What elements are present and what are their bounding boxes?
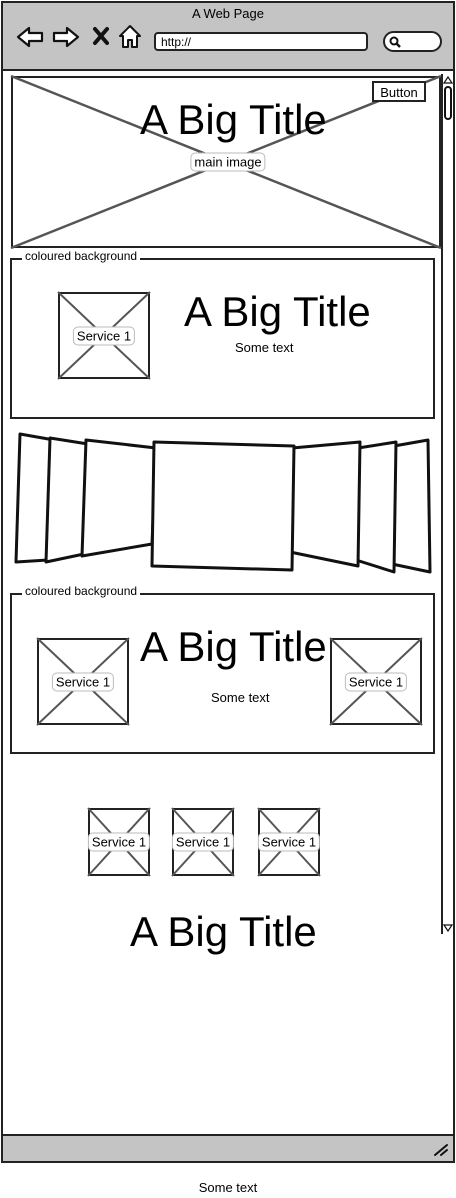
home-icon[interactable]	[118, 24, 142, 49]
image-carousel[interactable]	[14, 432, 434, 576]
search-icon	[389, 36, 401, 48]
carousel-slide-center	[150, 440, 296, 572]
scroll-up-icon[interactable]	[442, 75, 454, 84]
vertical-scrollbar[interactable]	[441, 74, 454, 934]
hero-image-label: main image	[190, 152, 266, 172]
scroll-down-icon[interactable]	[442, 924, 454, 933]
resize-grip-icon[interactable]	[433, 1142, 449, 1156]
service-item-2-label: Service 1	[171, 832, 235, 852]
section1-title: A Big Title	[184, 288, 371, 335]
hero-button[interactable]: Button	[372, 81, 426, 102]
section2-text: Some text	[211, 690, 270, 705]
section2-legend: coloured background	[22, 584, 141, 598]
service-item-3-label: Service 1	[257, 832, 321, 852]
carousel-slide-right-1	[288, 440, 362, 568]
browser-statusbar	[3, 1134, 453, 1161]
section1-service-label: Service 1	[72, 326, 136, 346]
close-icon[interactable]	[92, 26, 110, 46]
section2-title: A Big Title	[140, 623, 327, 670]
carousel-slide-far-right	[390, 438, 432, 574]
window-title: A Web Page	[191, 6, 265, 21]
section2-left-service-label: Service 1	[51, 672, 115, 692]
carousel-slide-left-1	[80, 438, 158, 558]
carousel-slide-right-2	[354, 440, 398, 574]
footer-text: Some text	[198, 1180, 258, 1195]
scrollbar-thumb[interactable]	[444, 86, 452, 120]
back-icon[interactable]	[16, 26, 44, 48]
section1-text: Some text	[235, 340, 294, 355]
services-title: A Big Title	[130, 908, 317, 955]
section1-legend: coloured background	[22, 249, 141, 263]
section2-right-service-label: Service 1	[344, 672, 408, 692]
service-item-1-label: Service 1	[87, 832, 151, 852]
url-field[interactable]	[154, 32, 368, 51]
hero-title: A Big Title	[140, 96, 327, 143]
forward-icon[interactable]	[52, 26, 80, 48]
